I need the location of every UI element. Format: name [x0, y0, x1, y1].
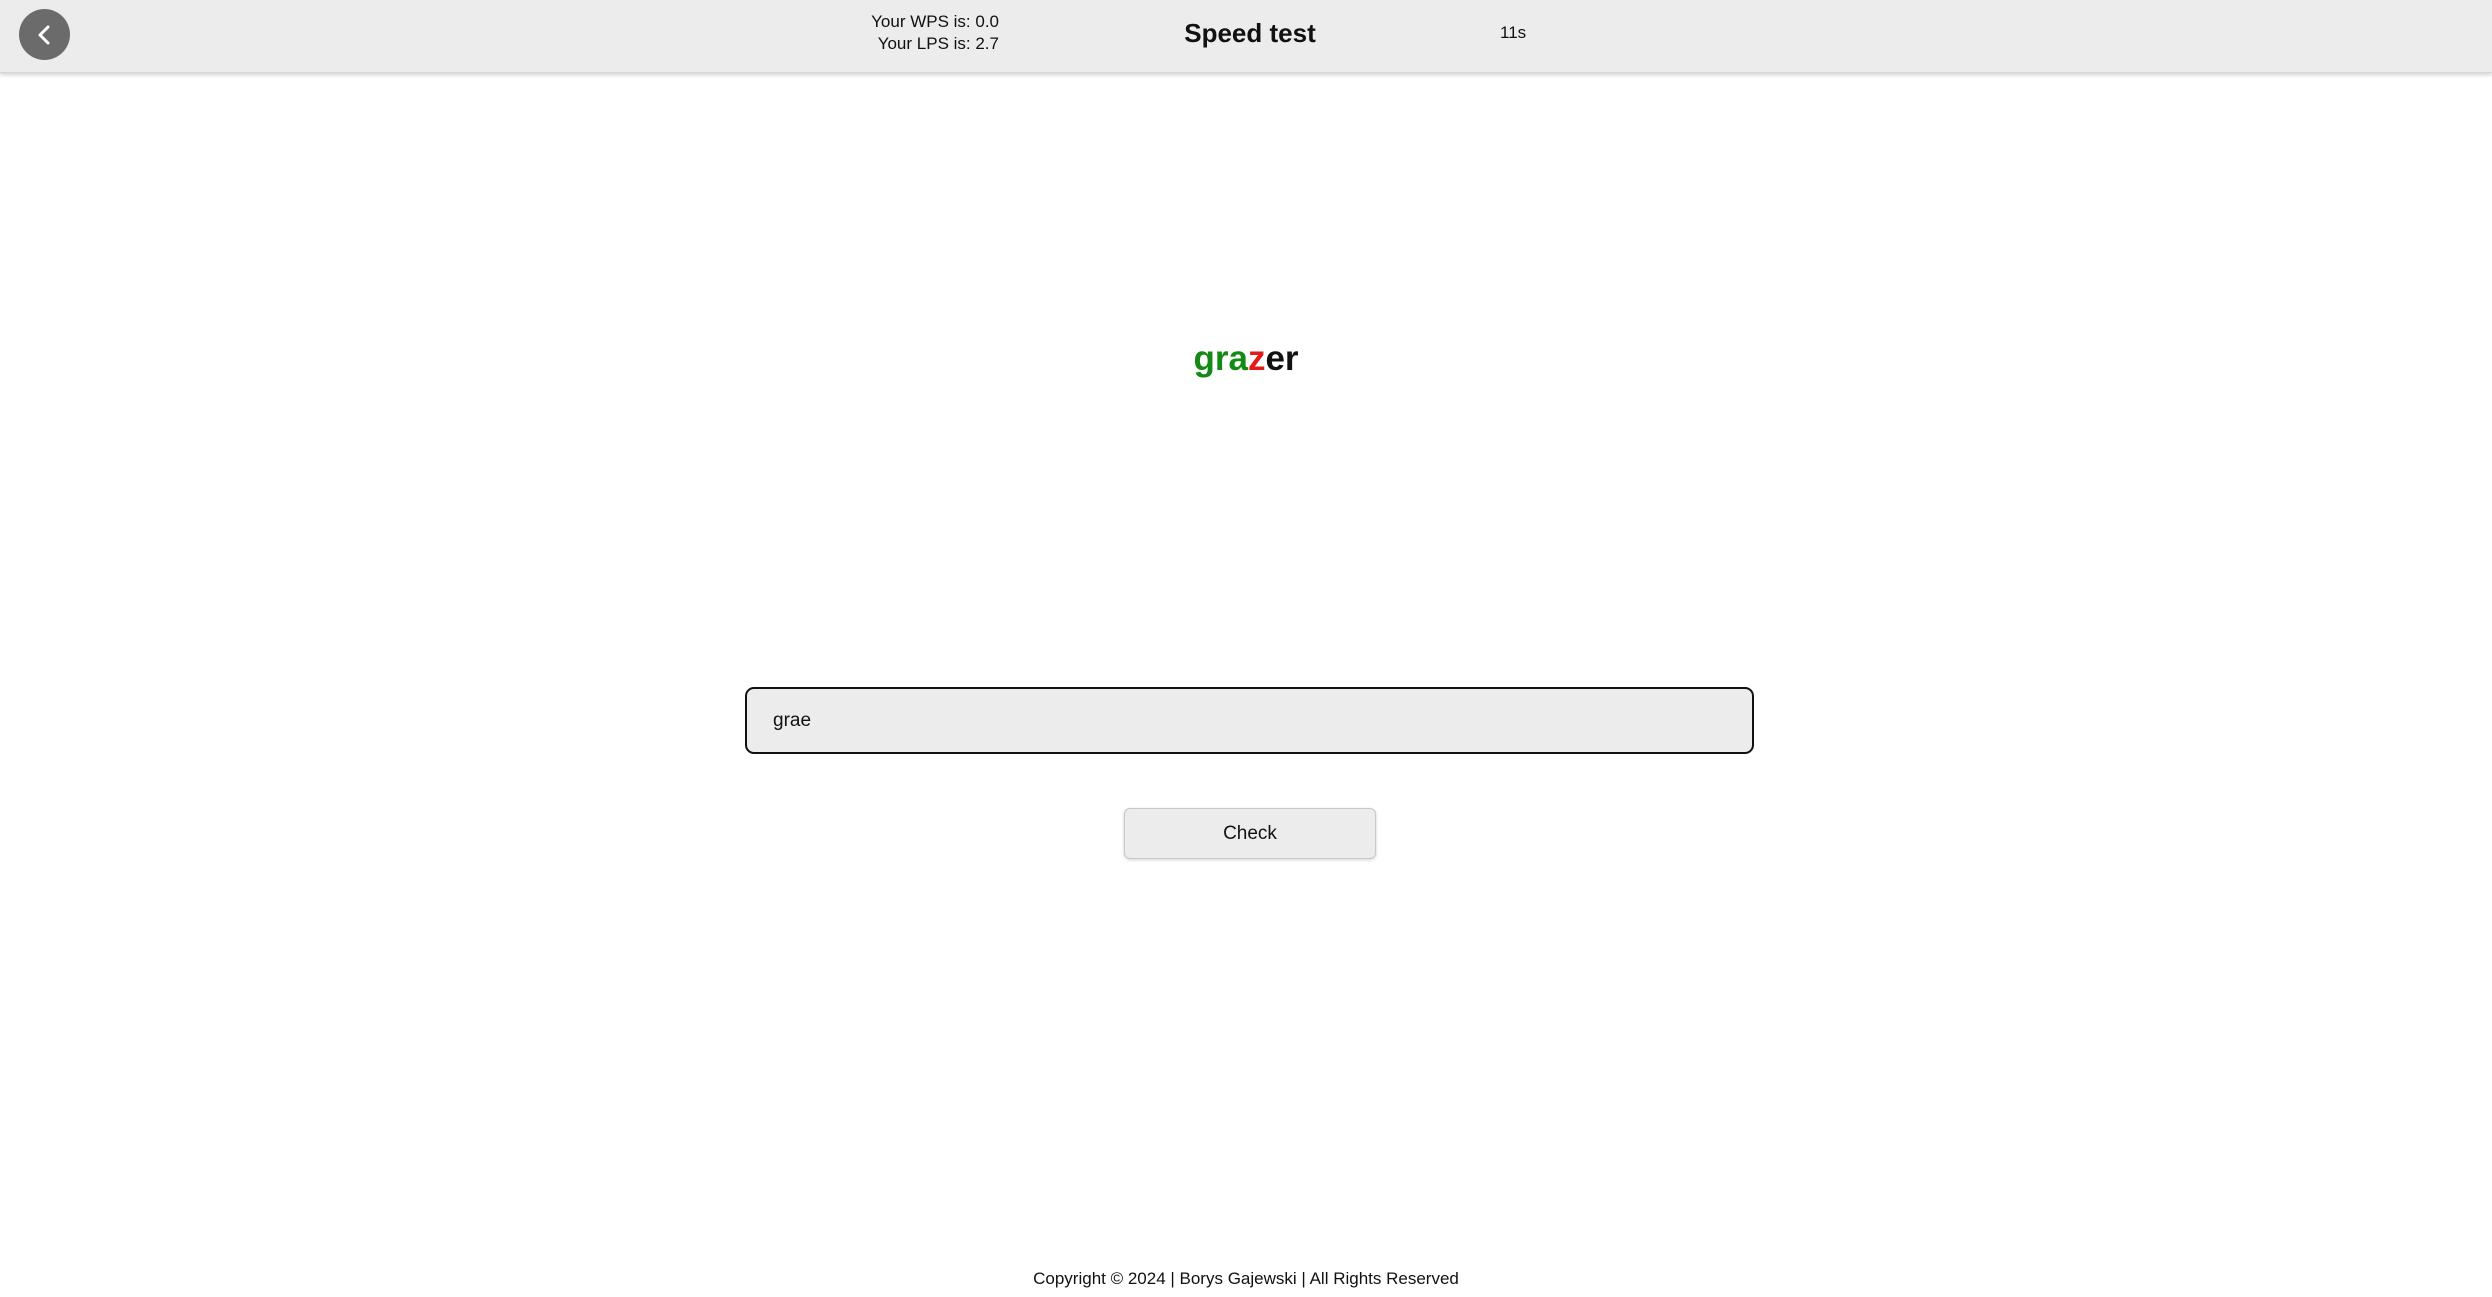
chevron-left-icon [38, 25, 49, 44]
back-button[interactable] [19, 9, 70, 60]
page-title: Speed test [1184, 18, 1316, 48]
target-word: grazer [1046, 337, 1446, 381]
footer-copyright: Copyright © 2024 | Borys Gajewski | All … [1033, 1269, 1459, 1288]
typing-stats: Your WPS is: 0.0 Your LPS is: 2.7 [871, 11, 999, 55]
timer: 11s [1500, 23, 1527, 42]
target-word-remaining: er [1265, 339, 1299, 378]
check-button[interactable]: Check [1124, 808, 1376, 859]
target-word-wrong: z [1247, 339, 1266, 378]
top-bar: Your WPS is: 0.0 Your LPS is: 2.7 Speed … [0, 0, 2492, 73]
lps-stat: Your LPS is: 2.7 [877, 34, 999, 53]
answer-input[interactable] [745, 687, 1754, 754]
target-word-correct: gra [1193, 339, 1248, 378]
wps-stat: Your WPS is: 0.0 [871, 12, 999, 31]
